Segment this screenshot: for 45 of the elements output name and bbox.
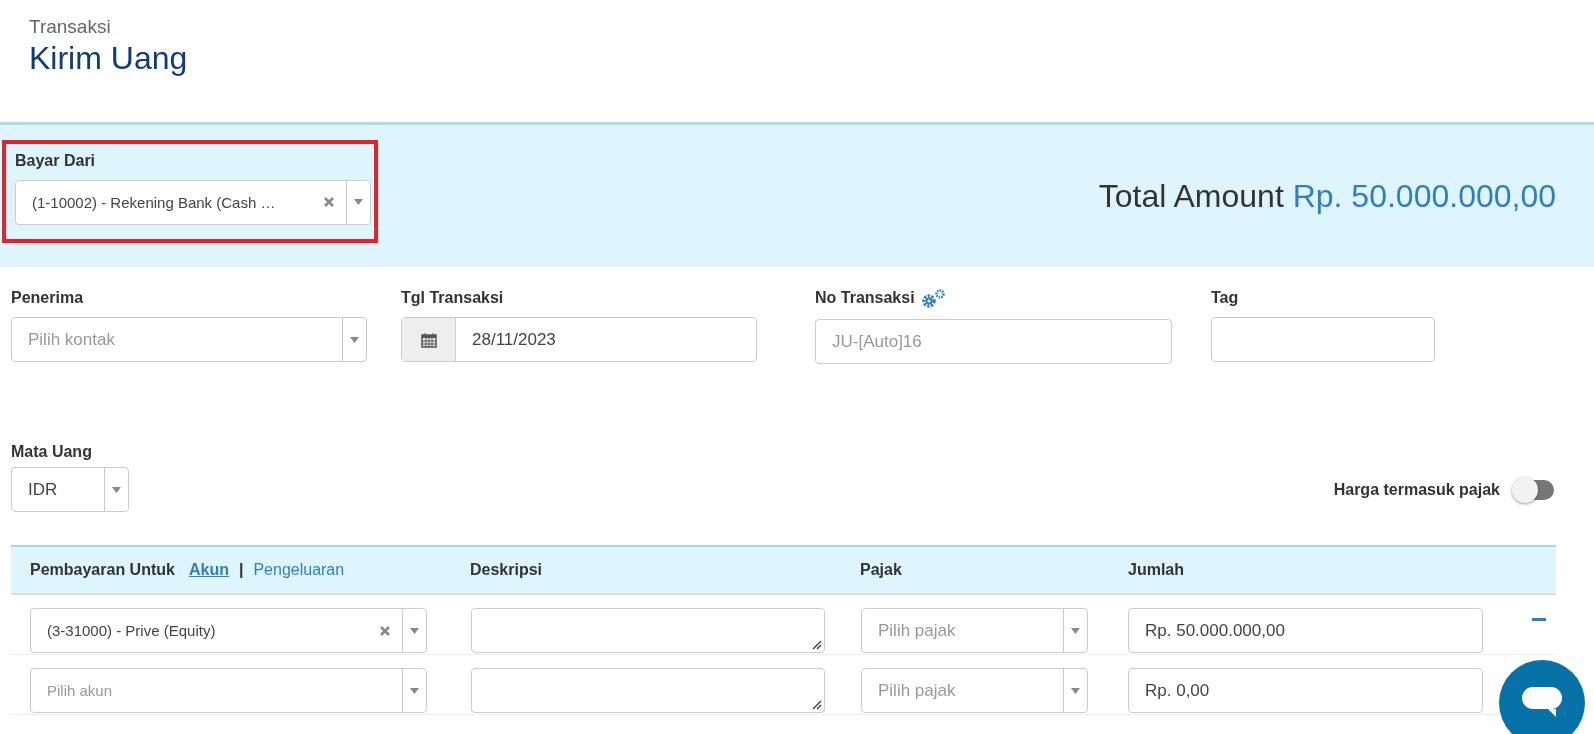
date-field[interactable]: 28/11/2023 <box>401 317 757 362</box>
text-field[interactable]: JU-[Auto]16 <box>815 319 1172 364</box>
resize-icon <box>812 640 822 650</box>
field-label: Penerima <box>11 289 84 307</box>
tax-select[interactable]: Pilih pajak <box>861 668 1088 713</box>
mode-link[interactable]: Akun <box>188 561 229 579</box>
page-title: Kirim Uang <box>29 40 189 77</box>
resize-icon <box>812 700 822 710</box>
description-field[interactable] <box>471 608 825 653</box>
text-field[interactable] <box>1211 317 1435 362</box>
total-amount: Total Amount Rp. 50.000.000,00 <box>1098 177 1556 215</box>
field-label: Mata Uang <box>11 443 92 461</box>
field-label: Bayar Dari <box>15 151 96 170</box>
separator: | <box>238 561 244 579</box>
tax-select[interactable]: Pilih pajak <box>861 608 1088 653</box>
account-select[interactable]: (3-31000) - Prive (Equity) <box>30 608 427 653</box>
currency-select[interactable]: IDR <box>11 467 129 512</box>
account-select[interactable]: Pilih akun <box>30 668 427 713</box>
caret-icon <box>112 486 121 493</box>
caret-icon <box>350 336 359 343</box>
description-field[interactable] <box>471 668 825 713</box>
toggle-switch[interactable] <box>1514 480 1554 500</box>
field-label: No Transaksi <box>815 289 915 307</box>
gears-icon[interactable] <box>920 289 947 309</box>
caret-icon <box>1071 627 1080 634</box>
caret-icon <box>410 687 419 694</box>
column-header: Pembayaran Untuk <box>30 561 175 579</box>
amount-field[interactable]: Rp. 0,00 <box>1128 668 1483 713</box>
caret-icon <box>410 627 419 634</box>
account-select[interactable]: (1-10002) - Rekening Bank (Cash … <box>15 179 371 225</box>
field-label: Tgl Transaksi <box>401 289 504 307</box>
field-label: Tag <box>1211 289 1239 307</box>
column-header: Pajak <box>860 561 903 579</box>
amount-field[interactable]: Rp. 50.000.000,00 <box>1128 608 1483 653</box>
mode-link[interactable]: Pengeluaran <box>253 561 345 579</box>
clear-icon[interactable] <box>324 197 334 207</box>
clear-icon[interactable] <box>380 625 390 636</box>
toggle-label: Harga termasuk pajak <box>1333 481 1500 499</box>
column-header: Deskripsi <box>470 561 544 579</box>
contact-select[interactable]: Pilih kontak <box>11 317 367 362</box>
caret-icon <box>1071 687 1080 694</box>
breadcrumb: Transaksi <box>29 16 112 38</box>
caret-icon <box>354 199 363 205</box>
column-header: Jumlah <box>1128 561 1185 579</box>
calendar-icon <box>420 331 437 348</box>
